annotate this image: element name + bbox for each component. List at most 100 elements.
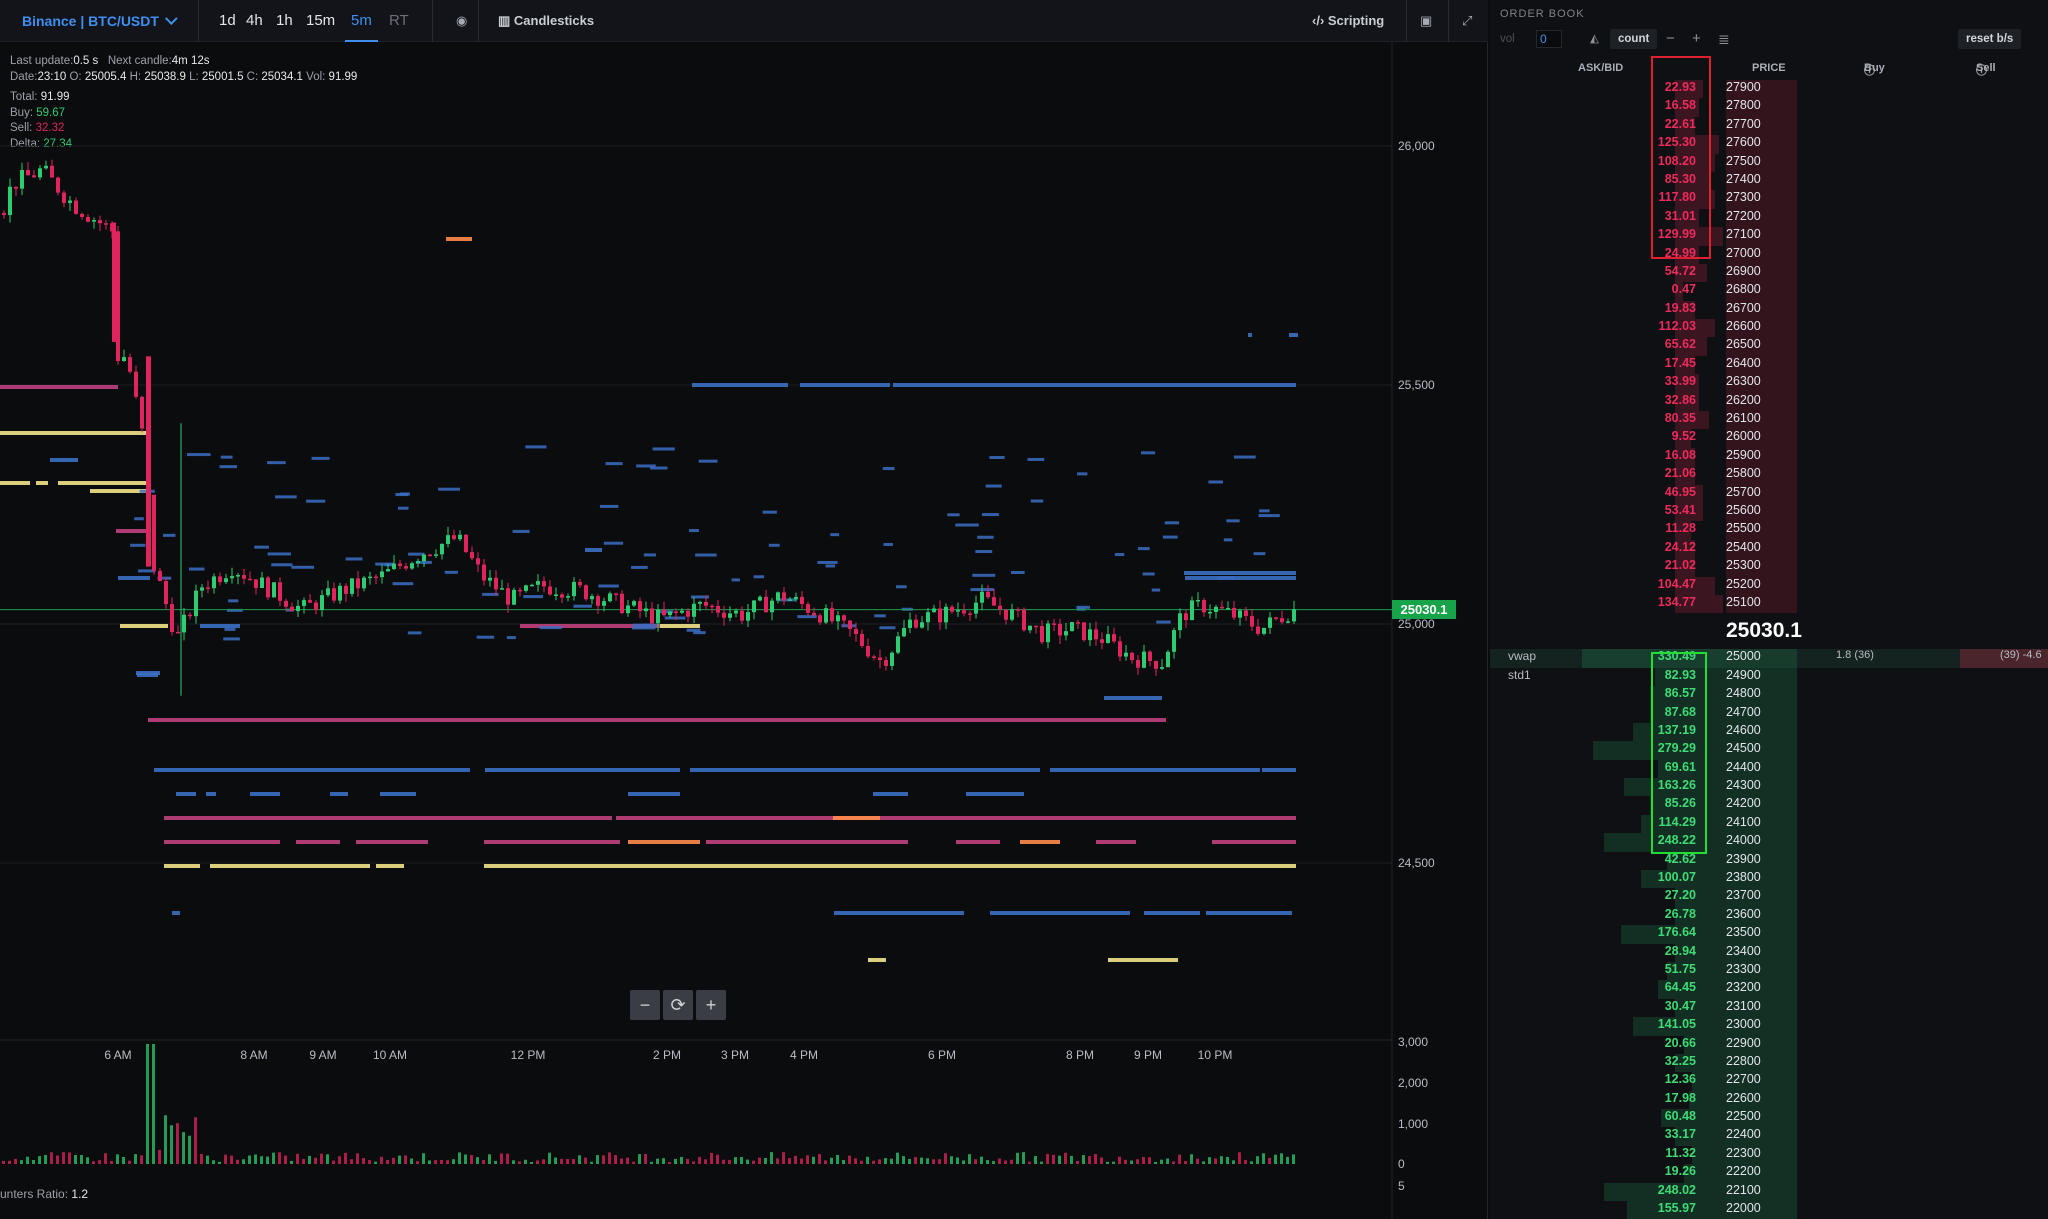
symbol-selector[interactable]: Binance | BTC/USDT bbox=[22, 0, 178, 42]
candle-body bbox=[290, 606, 294, 612]
order-book-ask-row[interactable]: 125.30 27600 bbox=[1490, 135, 2048, 154]
order-book-bid-row[interactable]: 27.20 23700 bbox=[1490, 888, 2048, 907]
order-book-ask-row[interactable]: 16.58 27800 bbox=[1490, 98, 2048, 117]
order-book-bid-row[interactable]: 30.47 23100 bbox=[1490, 998, 2048, 1018]
order-book-ask-row[interactable]: 32.86 26200 bbox=[1490, 392, 2048, 412]
vol-input[interactable]: 0 bbox=[1536, 30, 1562, 48]
order-book-bid-row[interactable]: 32.25 22800 bbox=[1490, 1053, 2048, 1073]
order-book-ask-row[interactable]: 129.99 27100 bbox=[1490, 227, 2048, 246]
order-book-bid-row[interactable]: 248.22 24000 bbox=[1490, 833, 2048, 852]
order-book-bid-row[interactable]: 87.68 24700 bbox=[1490, 704, 2048, 723]
order-book-bid-row[interactable]: 33.17 22400 bbox=[1490, 1127, 2048, 1146]
mid-price-row: 25030.1 bbox=[1490, 613, 2048, 649]
order-marker bbox=[291, 565, 315, 569]
tab-4h[interactable]: 4h bbox=[246, 0, 263, 42]
price-chart[interactable]: 26,000 25,500 25,000 24,500 6 AM 8 AM 9 AM 10 A… bbox=[0, 42, 1488, 1219]
order-book-bid-row[interactable]: 114.29 24100 bbox=[1490, 814, 2048, 834]
ratio-value: 1.2 bbox=[71, 1187, 89, 1201]
candle-body bbox=[1262, 627, 1266, 634]
tab-rt[interactable]: RT bbox=[389, 0, 409, 42]
order-book-bid-row[interactable]: 60.48 22500 bbox=[1490, 1109, 2048, 1128]
order-book-bid-row[interactable]: 176.64 23500 bbox=[1490, 925, 2048, 944]
candle-body bbox=[362, 577, 366, 589]
order-book-bid-row[interactable]: 28.94 23400 bbox=[1490, 943, 2048, 962]
order-book-bid-row[interactable]: 11.32 22300 bbox=[1490, 1145, 2048, 1165]
tab-1h[interactable]: 1h bbox=[276, 0, 293, 42]
order-book-bid-row[interactable]: 141.05 23000 bbox=[1490, 1017, 2048, 1036]
order-book-ask-row[interactable]: 11.28 25500 bbox=[1490, 521, 2048, 540]
order-book-bid-row[interactable]: 51.75 23300 bbox=[1490, 961, 2048, 981]
order-book-bid-row[interactable]: 330.49 25000 vwap 1.8 (36) (39) -4.6 bbox=[1490, 649, 2048, 668]
plus-icon[interactable]: + bbox=[1692, 29, 1701, 49]
chart-type-button[interactable]: ▥ Candlesticks bbox=[498, 0, 594, 42]
order-book-ask-row[interactable]: 54.72 26900 bbox=[1490, 263, 2048, 283]
order-book-bid-row[interactable]: 26.78 23600 bbox=[1490, 906, 2048, 926]
chart-icon[interactable]: ◭ bbox=[1590, 29, 1599, 49]
reset-bs-button[interactable]: reset b/s bbox=[1958, 29, 2022, 49]
order-book-bid-row[interactable]: 19.26 22200 bbox=[1490, 1164, 2048, 1183]
tab-5m[interactable]: 5m bbox=[345, 0, 378, 42]
order-book-bid-row[interactable]: 64.45 23200 bbox=[1490, 980, 2048, 999]
order-book-ask-row[interactable]: 80.35 26100 bbox=[1490, 411, 2048, 430]
order-book-bid-row[interactable]: 155.97 22000 bbox=[1490, 1201, 2048, 1219]
order-book-bid-row[interactable]: 17.98 22600 bbox=[1490, 1090, 2048, 1110]
candle-body bbox=[98, 220, 102, 224]
order-book-ask-row[interactable]: 19.83 26700 bbox=[1490, 300, 2048, 320]
order-marker bbox=[395, 493, 409, 497]
volume-bar bbox=[848, 1155, 851, 1164]
candle-body bbox=[578, 581, 582, 586]
order-book-bid-row[interactable]: 137.19 24600 bbox=[1490, 722, 2048, 742]
tab-1d[interactable]: 1d bbox=[219, 0, 236, 42]
order-book-ask-row[interactable]: 46.95 25700 bbox=[1490, 484, 2048, 503]
order-book-ask-row[interactable]: 21.02 25300 bbox=[1490, 558, 2048, 577]
order-book-ask-row[interactable]: 134.77 25100 bbox=[1490, 594, 2048, 614]
order-book-ask-row[interactable]: 9.52 26000 bbox=[1490, 429, 2048, 448]
volume-bar bbox=[836, 1154, 839, 1164]
heatmap-level bbox=[1104, 696, 1162, 700]
eye-icon[interactable]: ◉ bbox=[456, 0, 467, 42]
scripting-button[interactable]: ‹/› Scripting bbox=[1312, 0, 1384, 42]
candle-body bbox=[944, 606, 948, 623]
ask-price: 25100 bbox=[1726, 594, 1761, 609]
order-book-bid-row[interactable]: 248.02 22100 bbox=[1490, 1182, 2048, 1202]
order-book-ask-row[interactable]: 104.47 25200 bbox=[1490, 576, 2048, 595]
order-book-ask-row[interactable]: 53.41 25600 bbox=[1490, 502, 2048, 522]
order-book-ask-row[interactable]: 0.47 26800 bbox=[1490, 282, 2048, 301]
order-book-ask-row[interactable]: 16.08 25900 bbox=[1490, 447, 2048, 467]
order-book-bid-row[interactable]: 86.57 24800 bbox=[1490, 686, 2048, 705]
order-book-ask-row[interactable]: 22.93 27900 bbox=[1490, 80, 2048, 99]
order-book-bid-row[interactable]: 42.62 23900 bbox=[1490, 851, 2048, 871]
order-book-ask-row[interactable]: 65.62 26500 bbox=[1490, 337, 2048, 356]
order-book-bid-row[interactable]: 279.29 24500 bbox=[1490, 741, 2048, 760]
tab-15m[interactable]: 15m bbox=[306, 0, 335, 42]
order-book-bid-row[interactable]: 100.07 23800 bbox=[1490, 870, 2048, 889]
order-book-bid-row[interactable]: 69.61 24400 bbox=[1490, 759, 2048, 779]
order-book-ask-row[interactable]: 21.06 25800 bbox=[1490, 466, 2048, 485]
order-book-bid-row[interactable]: 85.26 24200 bbox=[1490, 796, 2048, 815]
list-icon[interactable]: ≣ bbox=[1718, 29, 1730, 49]
order-book-ask-row[interactable]: 108.20 27500 bbox=[1490, 153, 2048, 172]
reset-zoom-button[interactable]: ⟳ bbox=[663, 990, 693, 1020]
order-book-bid-row[interactable]: 20.66 22900 bbox=[1490, 1035, 2048, 1054]
zoom-in-button[interactable]: + bbox=[696, 990, 726, 1020]
order-book-ask-row[interactable]: 85.30 27400 bbox=[1490, 171, 2048, 191]
order-book-bid-row[interactable]: 82.93 24900 std1 bbox=[1490, 667, 2048, 687]
camera-icon[interactable]: ▣ bbox=[1420, 0, 1432, 42]
order-book-bid-row[interactable]: 12.36 22700 bbox=[1490, 1072, 2048, 1091]
order-book-ask-row[interactable]: 117.80 27300 bbox=[1490, 190, 2048, 209]
info-icon[interactable]: ⓘ bbox=[1864, 62, 1875, 78]
minus-icon[interactable]: − bbox=[1666, 29, 1675, 49]
order-book-ask-row[interactable]: 17.45 26400 bbox=[1490, 355, 2048, 375]
order-book-bid-row[interactable]: 163.26 24300 bbox=[1490, 778, 2048, 797]
order-book-ask-row[interactable]: 33.99 26300 bbox=[1490, 374, 2048, 393]
order-book-ask-row[interactable]: 24.12 25400 bbox=[1490, 539, 2048, 559]
zoom-out-button[interactable]: − bbox=[630, 990, 660, 1020]
heatmap-level bbox=[446, 237, 472, 241]
expand-icon[interactable]: ⤢ bbox=[1462, 0, 1472, 42]
count-button[interactable]: count bbox=[1610, 29, 1658, 49]
order-book-ask-row[interactable]: 22.61 27700 bbox=[1490, 116, 2048, 136]
info-icon[interactable]: ⓘ bbox=[1976, 62, 1987, 78]
order-book-ask-row[interactable]: 31.01 27200 bbox=[1490, 208, 2048, 228]
order-book-ask-row[interactable]: 24.99 27000 bbox=[1490, 245, 2048, 264]
order-book-ask-row[interactable]: 112.03 26600 bbox=[1490, 319, 2048, 338]
